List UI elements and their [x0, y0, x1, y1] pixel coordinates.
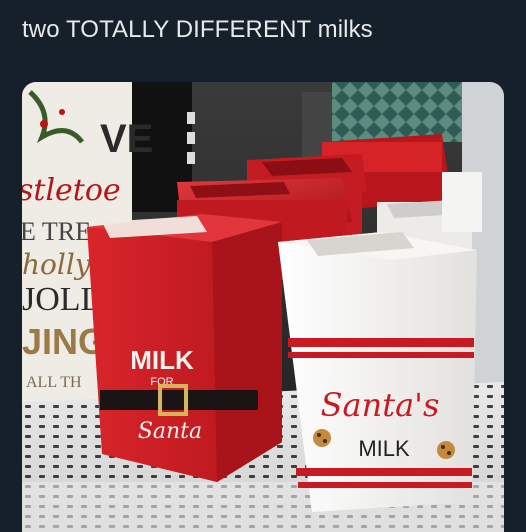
white-milk-carton: Santa's MILK [278, 232, 477, 512]
post-photo[interactable]: VE stletoe E TRE holly JOLLY JINGL ALL T… [22, 82, 504, 532]
white-carton-stripe-1 [288, 338, 474, 347]
santa-belt [100, 390, 258, 410]
red-milk-carton: MILK FOR Santa [87, 214, 282, 482]
cookie-icon-left [313, 429, 331, 447]
sign-text-mistletoe: stletoe [22, 173, 121, 208]
white-carton-stripe-4 [298, 482, 472, 488]
sign-text-ve: VE [100, 117, 153, 161]
photo-canvas: VE stletoe E TRE holly JOLLY JINGL ALL T… [22, 82, 504, 532]
white-carton-stripe-3 [296, 468, 472, 476]
red-carton-name: Santa [138, 419, 202, 444]
white-carton-stripe-2 [288, 352, 474, 358]
cookie-icon-right [437, 441, 455, 459]
post: two TOTALLY DIFFERENT milks VE stletoe E… [0, 0, 526, 532]
red-carton-title: MILK [130, 345, 194, 375]
post-caption: two TOTALLY DIFFERENT milks [22, 16, 373, 43]
sign-text-all: ALL TH [26, 374, 82, 391]
sign-text-holly: holly [22, 248, 92, 281]
white-carton-label: MILK [358, 436, 410, 461]
white-carton-script: Santa's [321, 386, 440, 424]
sign-text-tree: E TRE [22, 217, 91, 246]
patterned-box-background [332, 82, 482, 142]
